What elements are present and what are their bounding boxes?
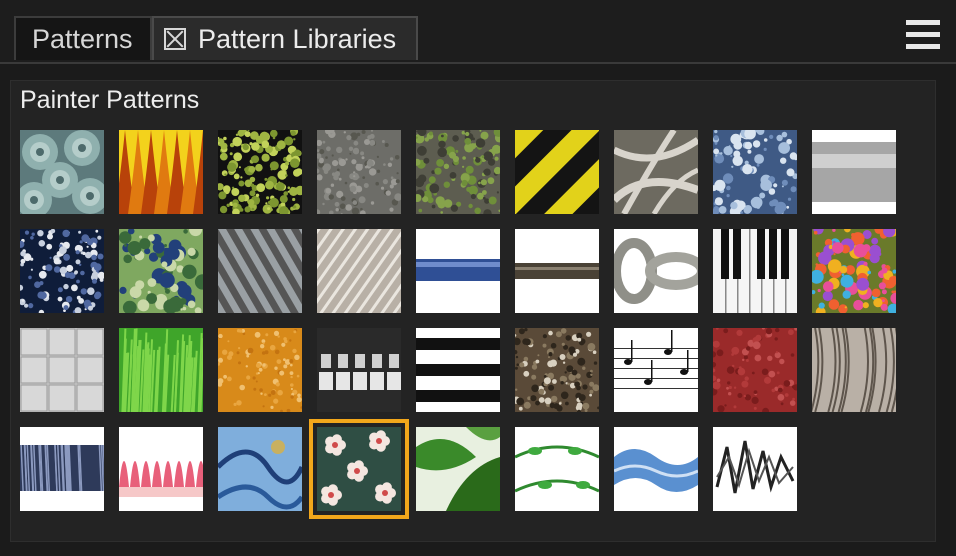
pattern-tile-blue-rope[interactable] [416, 229, 500, 313]
pattern-tile-ink-scribble[interactable] [713, 427, 797, 511]
pattern-tile-moss[interactable] [216, 127, 304, 216]
pattern-tile-orange-texture[interactable] [217, 328, 303, 413]
pattern-tile-caution-stripes[interactable] [515, 130, 599, 214]
pattern-tile-rope[interactable] [317, 229, 401, 313]
pattern-tile-floral[interactable] [309, 419, 409, 519]
pattern-tile-metal-pipe[interactable] [812, 130, 896, 214]
pattern-tile-blue-pebbles[interactable] [711, 127, 798, 217]
pattern-libraries-panel: Patterns Pattern Libraries Painter Patte… [0, 0, 956, 556]
pattern-tile-tree-bark[interactable] [811, 328, 899, 412]
pattern-tile-mossy-stone[interactable] [414, 127, 504, 218]
pattern-tile-red-leather[interactable] [710, 327, 799, 415]
pattern-grid [16, 127, 902, 519]
pattern-tile-stone-tiles[interactable] [20, 328, 104, 412]
pattern-tile-confetti[interactable] [810, 223, 902, 316]
pattern-tile-blue-splatter[interactable] [17, 229, 105, 316]
pattern-tile-blue-paisley[interactable] [218, 427, 302, 511]
pattern-tile-dark-rope[interactable] [515, 229, 599, 313]
pattern-tile-grass[interactable] [119, 328, 204, 412]
pattern-tile-chain[interactable] [614, 229, 702, 313]
pattern-tile-concrete[interactable] [314, 127, 402, 216]
pattern-tile-wavy-bands[interactable] [416, 328, 500, 412]
pattern-tile-sheet-music[interactable] [614, 328, 698, 412]
pattern-tile-green-blue-camo[interactable] [118, 223, 211, 314]
pattern-tile-twigs[interactable] [513, 328, 600, 414]
pattern-tile-succulent[interactable] [16, 130, 108, 218]
pattern-tile-green-vines[interactable] [515, 427, 599, 511]
pattern-tile-pink-petals[interactable] [119, 427, 206, 511]
pattern-tile-green-leaves[interactable] [416, 427, 500, 511]
pattern-tile-flames[interactable] [115, 130, 213, 214]
pattern-tile-zipper[interactable] [317, 328, 401, 412]
pattern-tile-blue-fur[interactable] [20, 427, 105, 511]
pattern-tile-steel-cable[interactable] [218, 229, 302, 313]
pattern-tile-blue-wave[interactable] [614, 427, 698, 511]
pattern-tile-piano-keys[interactable] [713, 229, 797, 313]
pattern-tile-branches[interactable] [614, 130, 698, 214]
